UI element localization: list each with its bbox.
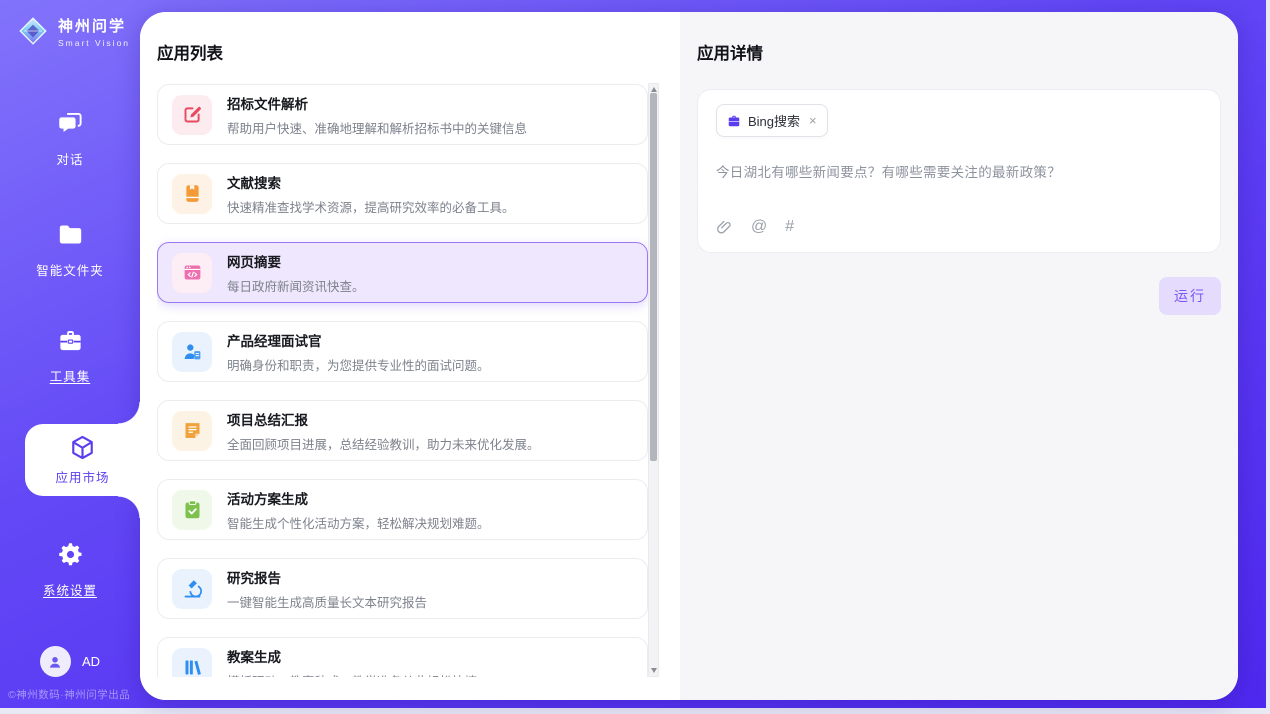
app-card-project-summary[interactable]: 项目总结汇报 全面回顾项目进展，总结经验教训，助力未来优化发展。	[157, 400, 648, 461]
app-card-bid-parsing[interactable]: 招标文件解析 帮助用户快速、准确地理解和解析招标书中的关键信息	[157, 84, 648, 145]
sidebar-item-toolset[interactable]: 工具集	[0, 327, 140, 385]
hash-icon[interactable]: #	[785, 218, 794, 236]
app-card-title: 教案生成	[227, 646, 477, 666]
scrollbar-thumb[interactable]	[650, 93, 657, 461]
scrollbar-down-arrow-icon[interactable]	[651, 668, 657, 673]
sidebar-item-app-market[interactable]: 应用市场	[25, 424, 140, 496]
sidebar-footer: ©神州数码·神州问学出品	[8, 687, 130, 702]
app-card-desc: 模板驱动，教案秒成，教学准备从此轻松快捷	[227, 671, 477, 678]
app-card-desc: 全面回顾项目进展，总结经验教训，助力未来优化发展。	[227, 434, 540, 453]
sticky-note-icon	[172, 411, 212, 451]
sidebar: 神州问学 Smart Vision 对话 智能文件夹 工具集 应用市场 系统设置	[0, 0, 140, 708]
prompt-card: Bing搜索 × 今日湖北有哪些新闻要点？有哪些需要关注的最新政策？ @ #	[697, 89, 1221, 253]
tool-tag-label: Bing搜索	[748, 111, 800, 130]
paperclip-icon[interactable]	[716, 219, 733, 236]
app-card-title: 项目总结汇报	[227, 409, 540, 429]
sidebar-item-smart-folder[interactable]: 智能文件夹	[0, 221, 140, 279]
sidebar-item-label: 工具集	[0, 366, 140, 385]
app-card-desc: 智能生成个性化活动方案，轻松解决规划难题。	[227, 513, 490, 532]
app-card-title: 招标文件解析	[227, 93, 527, 113]
query-input[interactable]: 今日湖北有哪些新闻要点？有哪些需要关注的最新政策？	[716, 161, 1202, 181]
browser-code-icon	[172, 253, 212, 293]
app-list-scrollbar[interactable]	[648, 83, 659, 677]
scrollbar-up-arrow-icon[interactable]	[651, 87, 657, 92]
app-card-desc: 一键智能生成高质量长文本研究报告	[227, 592, 427, 611]
app-card-title: 活动方案生成	[227, 488, 490, 508]
app-list-title: 应用列表	[157, 40, 223, 64]
brand-name: 神州问学	[58, 15, 130, 36]
book-icon	[172, 174, 212, 214]
app-card-title: 网页摘要	[227, 251, 365, 271]
books-icon	[172, 648, 212, 678]
mention-icon[interactable]: @	[751, 218, 767, 236]
folder-icon	[57, 221, 84, 248]
brand-subtitle: Smart Vision	[58, 38, 130, 48]
interviewer-icon	[172, 332, 212, 372]
app-detail-title: 应用详情	[697, 40, 1221, 64]
composer-toolbar: @ #	[716, 218, 1202, 240]
tag-close-icon[interactable]: ×	[809, 114, 817, 127]
user-account[interactable]: AD	[0, 646, 140, 677]
app-card-desc: 快速精准查找学术资源，提高研究效率的必备工具。	[227, 197, 515, 216]
app-card-literature-search[interactable]: 文献搜索 快速精准查找学术资源，提高研究效率的必备工具。	[157, 163, 648, 224]
toolbox-icon	[57, 327, 84, 354]
app-detail-panel: 应用详情 Bing搜索 × 今日湖北有哪些新闻要点？有哪些需要关注的最新政策？ …	[680, 12, 1238, 700]
app-list: 招标文件解析 帮助用户快速、准确地理解和解析招标书中的关键信息 文献搜索 快速精…	[157, 84, 648, 677]
app-card-title: 产品经理面试官	[227, 330, 490, 350]
sidebar-item-chat[interactable]: 对话	[0, 110, 140, 168]
app-card-desc: 每日政府新闻资讯快查。	[227, 276, 365, 295]
gear-icon	[57, 541, 84, 568]
app-card-title: 文献搜索	[227, 172, 515, 192]
app-card-title: 研究报告	[227, 567, 427, 587]
sidebar-item-label: 系统设置	[0, 580, 140, 599]
sidebar-item-label: 智能文件夹	[0, 260, 140, 279]
sidebar-item-settings[interactable]: 系统设置	[0, 541, 140, 599]
tool-tag-bing-search[interactable]: Bing搜索 ×	[716, 104, 828, 137]
edit-square-icon	[172, 95, 212, 135]
cube-icon	[69, 434, 96, 461]
avatar	[40, 646, 71, 677]
chat-icon	[57, 110, 84, 137]
brand-logo: 神州问学 Smart Vision	[16, 14, 130, 48]
main-content: 应用列表 招标文件解析 帮助用户快速、准确地理解和解析招标书中的关键信息 文献搜…	[140, 12, 1238, 700]
brand-diamond-icon	[16, 14, 50, 48]
app-card-event-plan[interactable]: 活动方案生成 智能生成个性化活动方案，轻松解决规划难题。	[157, 479, 648, 540]
app-card-desc: 帮助用户快速、准确地理解和解析招标书中的关键信息	[227, 118, 527, 137]
microscope-icon	[172, 569, 212, 609]
app-list-panel: 应用列表 招标文件解析 帮助用户快速、准确地理解和解析招标书中的关键信息 文献搜…	[140, 12, 680, 700]
app-card-research-report[interactable]: 研究报告 一键智能生成高质量长文本研究报告	[157, 558, 648, 619]
clipboard-check-icon	[172, 490, 212, 530]
briefcase-icon	[727, 114, 741, 128]
user-name: AD	[82, 654, 100, 669]
app-card-lesson-plan[interactable]: 教案生成 模板驱动，教案秒成，教学准备从此轻松快捷	[157, 637, 648, 677]
app-card-desc: 明确身份和职责，为您提供专业性的面试问题。	[227, 355, 490, 374]
app-card-web-summary[interactable]: 网页摘要 每日政府新闻资讯快查。	[157, 242, 648, 303]
sidebar-item-label: 应用市场	[55, 467, 109, 486]
app-card-pm-interviewer[interactable]: 产品经理面试官 明确身份和职责，为您提供专业性的面试问题。	[157, 321, 648, 382]
sidebar-item-label: 对话	[0, 149, 140, 168]
run-button[interactable]: 运行	[1159, 277, 1221, 315]
